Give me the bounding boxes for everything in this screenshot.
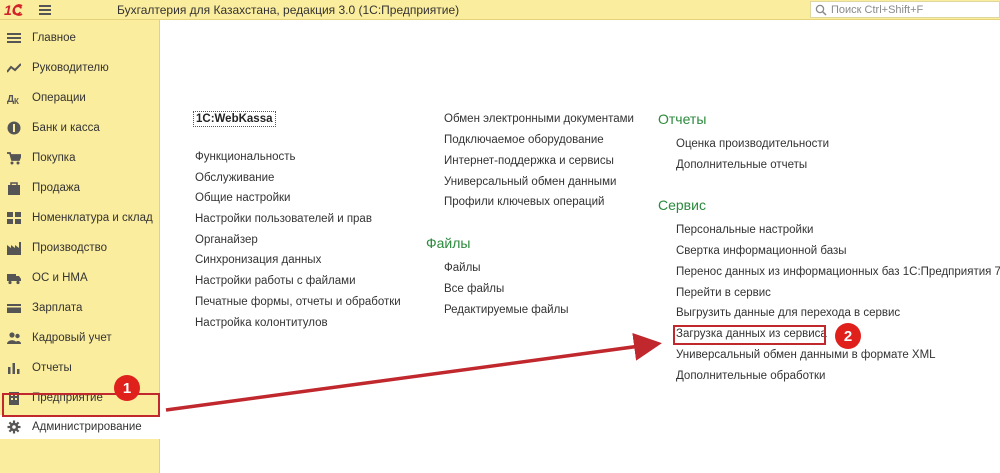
warehouse-icon	[7, 211, 21, 225]
operations-icon: ДК	[7, 91, 21, 105]
sidebar-item-label: Администрирование	[32, 421, 142, 433]
step-badge-1: 1	[114, 375, 140, 401]
link-file-settings[interactable]: Настройки работы с файлами	[195, 275, 356, 287]
gear-icon	[7, 420, 21, 434]
link-equipment[interactable]: Подключаемое оборудование	[444, 134, 604, 146]
sidebar-item-hr[interactable]: Кадровый учет	[0, 326, 160, 350]
link-import-from-service[interactable]: Загрузка данных из сервиса	[676, 328, 827, 340]
sidebar-item-sales[interactable]: Продажа	[0, 176, 160, 200]
sidebar-item-label: Покупка	[32, 152, 76, 164]
sidebar-item-reports[interactable]: Отчеты	[0, 356, 160, 380]
sidebar-item-label: Руководителю	[32, 62, 109, 74]
sidebar-item-label: Кадровый учет	[32, 332, 112, 344]
sidebar-item-label: Отчеты	[32, 362, 72, 374]
link-organizer[interactable]: Органайзер	[195, 234, 258, 246]
link-extra-processing[interactable]: Дополнительные обработки	[676, 370, 825, 382]
sidebar-item-salary[interactable]: Зарплата	[0, 296, 160, 320]
link-print-forms[interactable]: Печатные формы, отчеты и обработки	[195, 296, 401, 308]
trend-icon	[7, 61, 21, 75]
truck-icon	[7, 271, 21, 285]
sidebar-item-production[interactable]: Производство	[0, 236, 160, 260]
bar-chart-icon	[7, 361, 21, 375]
sidebar-item-warehouse[interactable]: Номенклатура и склад	[0, 206, 160, 230]
step-badge-2: 2	[835, 323, 861, 349]
sidebar-item-label: Главное	[32, 32, 76, 44]
sidebar-item-label: ОС и НМА	[32, 272, 88, 284]
search-icon	[815, 4, 827, 16]
link-extra-reports[interactable]: Дополнительные отчеты	[676, 159, 807, 171]
link-go-to-service[interactable]: Перейти в сервис	[676, 287, 771, 299]
sidebar-item-label: Банк и касса	[32, 122, 100, 134]
people-icon	[7, 331, 21, 345]
sidebar-item-purchase[interactable]: Покупка	[0, 146, 160, 170]
link-internet-support[interactable]: Интернет-поддержка и сервисы	[444, 155, 614, 167]
section-files-title: Файлы	[426, 235, 471, 251]
link-files[interactable]: Файлы	[444, 262, 481, 274]
building-icon	[7, 391, 21, 405]
svg-text:К: К	[14, 97, 19, 105]
sidebar: Главное Руководителю ДК Операции Банк и …	[0, 20, 160, 473]
factory-icon	[7, 241, 21, 255]
webkassa-link[interactable]: 1С:WebKassa	[193, 111, 276, 127]
link-universal-xml[interactable]: Универсальный обмен данными в формате XM…	[676, 349, 936, 361]
sidebar-item-fixed-assets[interactable]: ОС и НМА	[0, 266, 160, 290]
link-performance[interactable]: Оценка производительности	[676, 138, 829, 150]
app-title: Бухгалтерия для Казахстана, редакция 3.0…	[117, 3, 460, 17]
sidebar-item-bank[interactable]: Банк и касса	[0, 116, 160, 140]
link-headers-footers[interactable]: Настройка колонтитулов	[195, 317, 328, 329]
link-key-operations[interactable]: Профили ключевых операций	[444, 196, 604, 208]
menu-lines-icon	[7, 31, 21, 45]
cart-icon	[7, 151, 21, 165]
link-universal-exchange[interactable]: Универсальный обмен данными	[444, 176, 616, 188]
link-maintenance[interactable]: Обслуживание	[195, 172, 274, 184]
link-export-for-service[interactable]: Выгрузить данные для перехода в сервис	[676, 307, 900, 319]
section-reports-title: Отчеты	[658, 111, 707, 127]
title-bar: 1С Бухгалтерия для Казахстана, редакция …	[0, 0, 1000, 20]
link-transfer-77[interactable]: Перенос данных из информационных баз 1С:…	[676, 266, 1000, 278]
link-users-rights[interactable]: Настройки пользователей и прав	[195, 213, 372, 225]
link-db-rollup[interactable]: Свертка информационной базы	[676, 245, 847, 257]
link-functionality[interactable]: Функциональность	[195, 151, 296, 163]
sidebar-item-label: Операции	[32, 92, 86, 104]
sidebar-item-label: Номенклатура и склад	[32, 212, 153, 224]
sidebar-item-main[interactable]: Главное	[0, 26, 160, 50]
sidebar-item-label: Производство	[32, 242, 107, 254]
bank-icon	[7, 121, 21, 135]
link-editable-files[interactable]: Редактируемые файлы	[444, 304, 569, 316]
section-service-title: Сервис	[658, 197, 706, 213]
sidebar-item-label: Продажа	[32, 182, 80, 194]
sidebar-item-label: Зарплата	[32, 302, 83, 314]
link-all-files[interactable]: Все файлы	[444, 283, 504, 295]
main-content: 1С:WebKassa Функциональность Обслуживани…	[161, 20, 1000, 473]
wallet-icon	[7, 301, 21, 315]
link-personal-settings[interactable]: Персональные настройки	[676, 224, 813, 236]
sidebar-item-manager[interactable]: Руководителю	[0, 56, 160, 80]
link-general-settings[interactable]: Общие настройки	[195, 192, 290, 204]
search-box[interactable]	[810, 1, 1000, 18]
search-input[interactable]	[831, 3, 996, 17]
1c-logo[interactable]: 1С	[4, 2, 28, 18]
sidebar-item-operations[interactable]: ДК Операции	[0, 86, 160, 110]
sidebar-item-administration[interactable]: Администрирование	[0, 415, 160, 439]
link-data-sync[interactable]: Синхронизация данных	[195, 254, 321, 266]
bag-icon	[7, 181, 21, 195]
main-menu-icon[interactable]	[39, 5, 51, 15]
link-edi[interactable]: Обмен электронными документами	[444, 113, 634, 125]
sidebar-item-label: Предприятие	[32, 392, 103, 404]
